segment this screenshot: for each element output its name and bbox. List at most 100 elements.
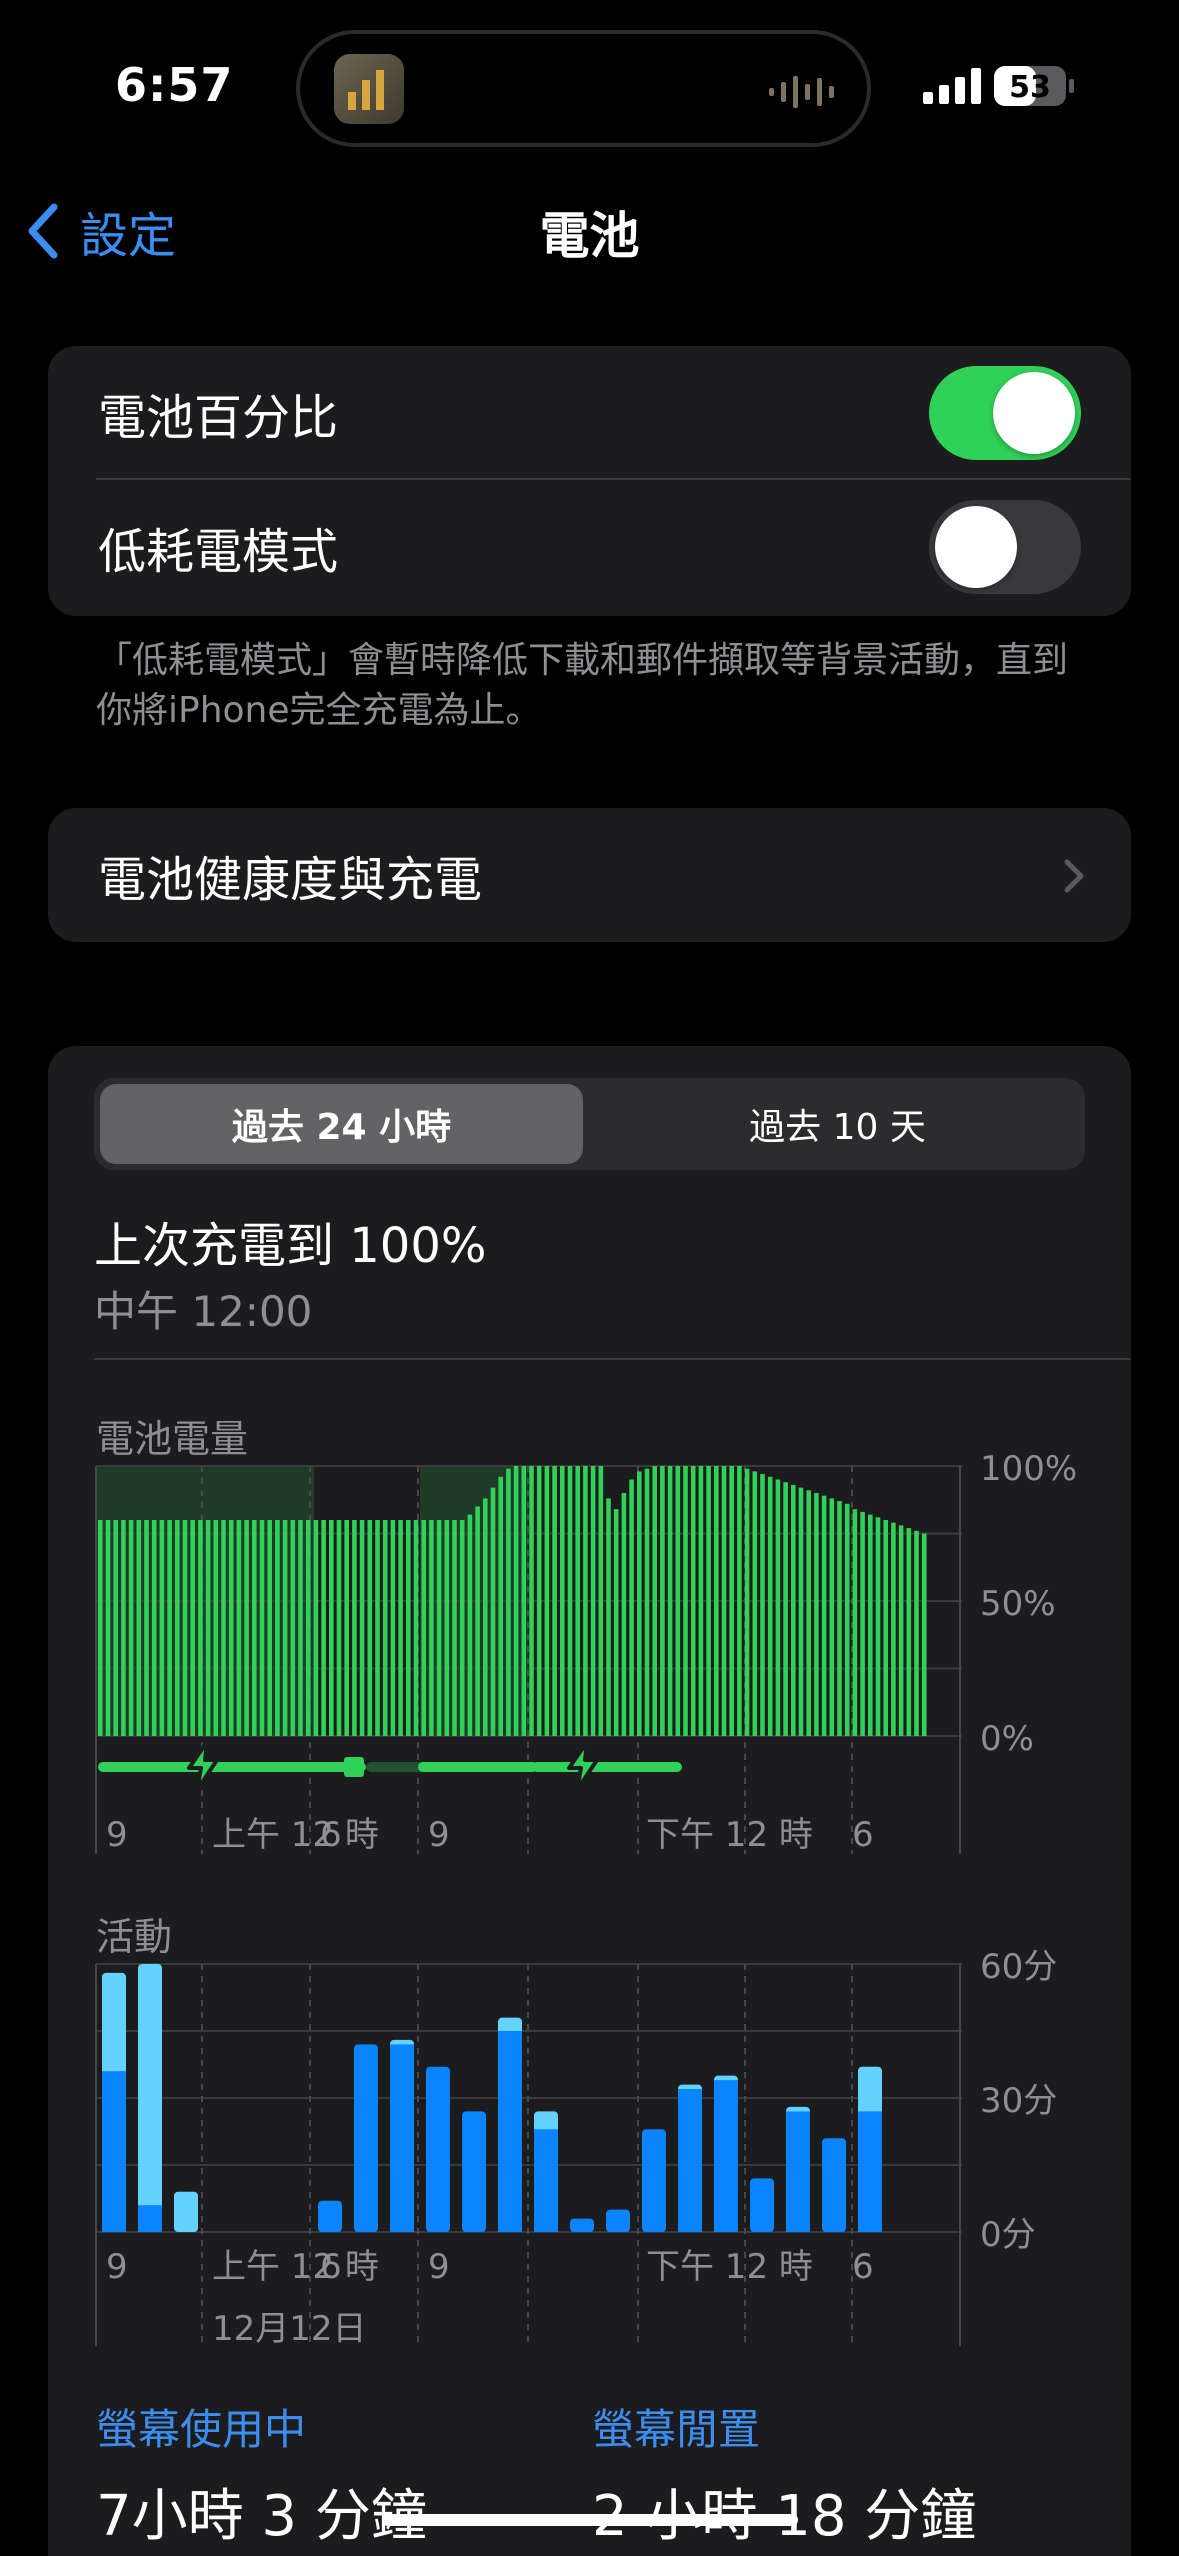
battery-bar	[159, 1520, 165, 1736]
battery-bar	[421, 1520, 426, 1736]
charging-strip	[98, 1762, 366, 1772]
activity-bar-idle	[138, 1964, 162, 2210]
battery-bar	[244, 1520, 249, 1736]
activity-bar-screen-on	[570, 2218, 594, 2232]
battery-bar	[213, 1520, 219, 1736]
battery-bar	[259, 1520, 265, 1736]
battery-bar	[221, 1520, 226, 1736]
battery-bar	[868, 1514, 873, 1736]
activity-bar-screen-on	[102, 2071, 126, 2232]
activity-bar-screen-on	[138, 2205, 162, 2232]
battery-bar	[475, 1506, 480, 1736]
battery-bar	[883, 1520, 888, 1736]
battery-bar	[344, 1520, 349, 1736]
screen-idle-label: 螢幕閒置	[592, 2405, 761, 2454]
activity-date-label: 12月12日	[212, 2309, 367, 2346]
battery-bar	[336, 1520, 342, 1736]
activity-bar-screen-on	[318, 2200, 342, 2232]
battery-health-group[interactable]: 電池健康度與充電	[48, 808, 1131, 942]
battery-y-tick-label: 50%	[980, 1584, 1056, 1624]
screen-on-value: 7小時 3 分鐘	[96, 2484, 427, 2549]
battery-bar	[798, 1487, 804, 1736]
charging-bolt-shape	[187, 1740, 219, 1792]
battery-bar	[652, 1466, 657, 1736]
battery-bar	[729, 1466, 734, 1736]
activity-bar-screen-on	[642, 2129, 666, 2232]
battery-bar	[844, 1503, 850, 1736]
battery-bar	[860, 1511, 865, 1736]
activity-bar-idle	[174, 2191, 198, 2232]
activity-y-tick-label: 0分	[980, 2215, 1036, 2255]
battery-bar	[637, 1471, 642, 1736]
battery-bar	[313, 1520, 319, 1736]
battery-bar	[98, 1520, 103, 1736]
battery-bar	[536, 1466, 542, 1736]
battery-bar	[228, 1520, 234, 1736]
battery-bar	[175, 1520, 180, 1736]
battery-y-tick-label: 100%	[980, 1449, 1077, 1489]
battery-health-label: 電池健康度與充電	[98, 852, 483, 908]
battery-bar	[875, 1517, 881, 1736]
page-title: 電池	[539, 207, 640, 265]
battery-bar	[444, 1520, 450, 1736]
battery-x-tick-label: 6	[320, 1815, 342, 1855]
battery-bar	[167, 1520, 172, 1736]
activity-y-tick-label: 30分	[980, 2081, 1057, 2121]
battery-bar	[282, 1520, 288, 1736]
battery-bar	[267, 1520, 272, 1736]
battery-percentage-row: 電池百分比	[48, 346, 1131, 480]
battery-bar	[706, 1466, 711, 1736]
battery-bar	[552, 1466, 557, 1736]
battery-bar	[121, 1520, 126, 1736]
activity-bar-idle	[102, 1972, 126, 2076]
activity-bar-screen-on	[462, 2111, 486, 2232]
battery-bar	[182, 1520, 188, 1736]
activity-bar-screen-on	[390, 2044, 414, 2232]
low-power-mode-toggle[interactable]	[929, 500, 1081, 594]
battery-bar	[575, 1466, 580, 1736]
charging-bolt-icon	[567, 1740, 599, 1792]
battery-bar	[683, 1466, 688, 1736]
battery-bar	[675, 1466, 681, 1736]
battery-bar	[275, 1520, 280, 1736]
activity-bar-screen-on	[750, 2178, 774, 2232]
battery-bar	[767, 1476, 773, 1736]
battery-percentage-toggle[interactable]	[929, 366, 1081, 460]
battery-bar	[606, 1498, 611, 1736]
battery-bar	[721, 1466, 727, 1736]
activity-bar-screen-on	[606, 2209, 630, 2232]
battery-bar	[490, 1487, 496, 1736]
battery-x-tick-label: 6	[852, 1815, 874, 1855]
audio-waveform-icon	[769, 76, 834, 108]
low-power-mode-row: 低耗電模式	[48, 480, 1131, 614]
battery-bar	[567, 1466, 573, 1736]
battery-bar	[590, 1466, 596, 1736]
battery-bar	[660, 1466, 665, 1736]
battery-bar	[406, 1520, 411, 1736]
battery-bar	[359, 1520, 365, 1736]
battery-bar	[236, 1520, 242, 1736]
activity-x-tick-label: 6	[852, 2247, 874, 2287]
battery-bar	[144, 1520, 149, 1736]
battery-bar	[583, 1466, 588, 1736]
dynamic-island[interactable]	[296, 30, 871, 147]
battery-bar	[305, 1520, 311, 1736]
battery-bar	[321, 1520, 326, 1736]
screen-on-stat: 螢幕使用中 7小時 3 分鐘	[96, 2396, 427, 2552]
battery-bar	[898, 1525, 904, 1736]
home-indicator	[382, 2514, 798, 2526]
battery-bar	[891, 1522, 896, 1736]
screen-idle-stat: 螢幕閒置 2 小時 18 分鐘	[592, 2396, 976, 2552]
usage-charts[interactable]: 100%50%0%9 上午 12 時6 9 下午 12 時 660分30分0分9 上午 1…	[48, 1046, 1131, 2346]
battery-bar	[390, 1520, 396, 1736]
charging-bolt-shape	[567, 1740, 599, 1792]
battery-bar	[690, 1466, 696, 1736]
battery-bar	[375, 1520, 380, 1736]
battery-bar	[105, 1520, 111, 1736]
activity-bar-idle	[858, 2066, 882, 2116]
battery-bar	[829, 1498, 835, 1736]
activity-bar-screen-on	[786, 2111, 810, 2232]
battery-bar	[128, 1520, 134, 1736]
battery-health-row[interactable]: 電池健康度與充電	[48, 808, 1131, 942]
activity-bar-screen-on	[678, 2089, 702, 2232]
